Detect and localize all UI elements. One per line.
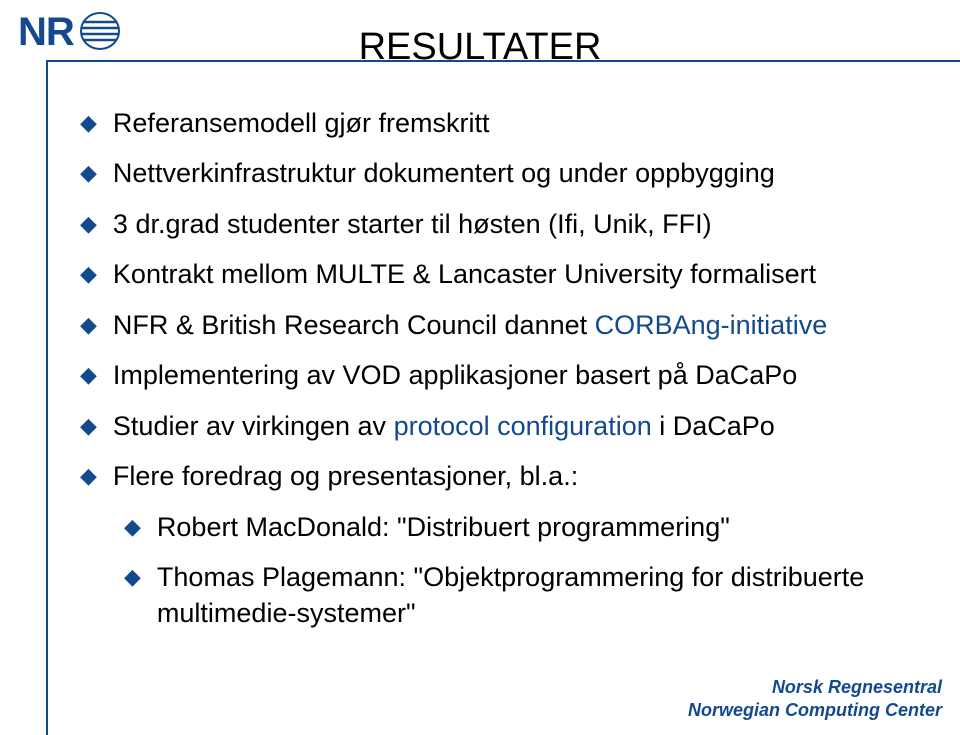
footer: Norsk Regnesentral Norwegian Computing C… [688,676,942,721]
slide-title: RESULTATER [0,26,960,69]
bullet-item: ◆ Nettverkinfrastruktur dokumentert og u… [80,155,920,191]
bullet-item: ◆ Kontrakt mellom MULTE & Lancaster Univ… [80,256,920,292]
bullet-text: 3 dr.grad studenter starter til høsten (… [113,206,920,242]
bullet-marker: ◆ [80,357,97,392]
bullet-marker: ◆ [80,408,97,443]
bullet-item: ◆ Studier av virkingen av protocol confi… [80,408,920,444]
footer-line1: Norsk Regnesentral [688,676,942,699]
subbullet-text: Thomas Plagemann: "Objektprogrammering f… [157,559,920,632]
subbullet-text: Robert MacDonald: "Distribuert programme… [157,509,920,545]
bullet-text: Kontrakt mellom MULTE & Lancaster Univer… [113,256,920,292]
bullet-item: ◆ NFR & British Research Council dannet … [80,307,920,343]
subbullet-item: ◆ Thomas Plagemann: "Objektprogrammering… [124,559,920,632]
slide-content: ◆ Referansemodell gjør fremskritt ◆ Nett… [80,105,920,646]
bullet-text: NFR & British Research Council dannet CO… [113,307,920,343]
bullet-marker: ◆ [80,256,97,291]
bullet-marker: ◆ [80,105,97,140]
bullet-item: ◆ Flere foredrag og presentasjoner, bl.a… [80,458,920,494]
bullet-text: Nettverkinfrastruktur dokumentert og und… [113,155,920,191]
bullet-text: Implementering av VOD applikasjoner base… [113,357,920,393]
bullet-text: Referansemodell gjør fremskritt [113,105,920,141]
bullet-marker: ◆ [80,458,97,493]
border-left [46,60,48,735]
bullet-text: Studier av virkingen av protocol configu… [113,408,920,444]
bullet-text: Flere foredrag og presentasjoner, bl.a.: [113,458,920,494]
bullet-marker: ◆ [80,155,97,190]
subbullet-item: ◆ Robert MacDonald: "Distribuert program… [124,509,920,545]
bullet-marker: ◆ [124,559,141,594]
bullet-marker: ◆ [124,509,141,544]
bullet-marker: ◆ [80,307,97,342]
bullet-item: ◆ Referansemodell gjør fremskritt [80,105,920,141]
footer-line2: Norwegian Computing Center [688,699,942,722]
bullet-item: ◆ 3 dr.grad studenter starter til høsten… [80,206,920,242]
bullet-marker: ◆ [80,206,97,241]
bullet-item: ◆ Implementering av VOD applikasjoner ba… [80,357,920,393]
